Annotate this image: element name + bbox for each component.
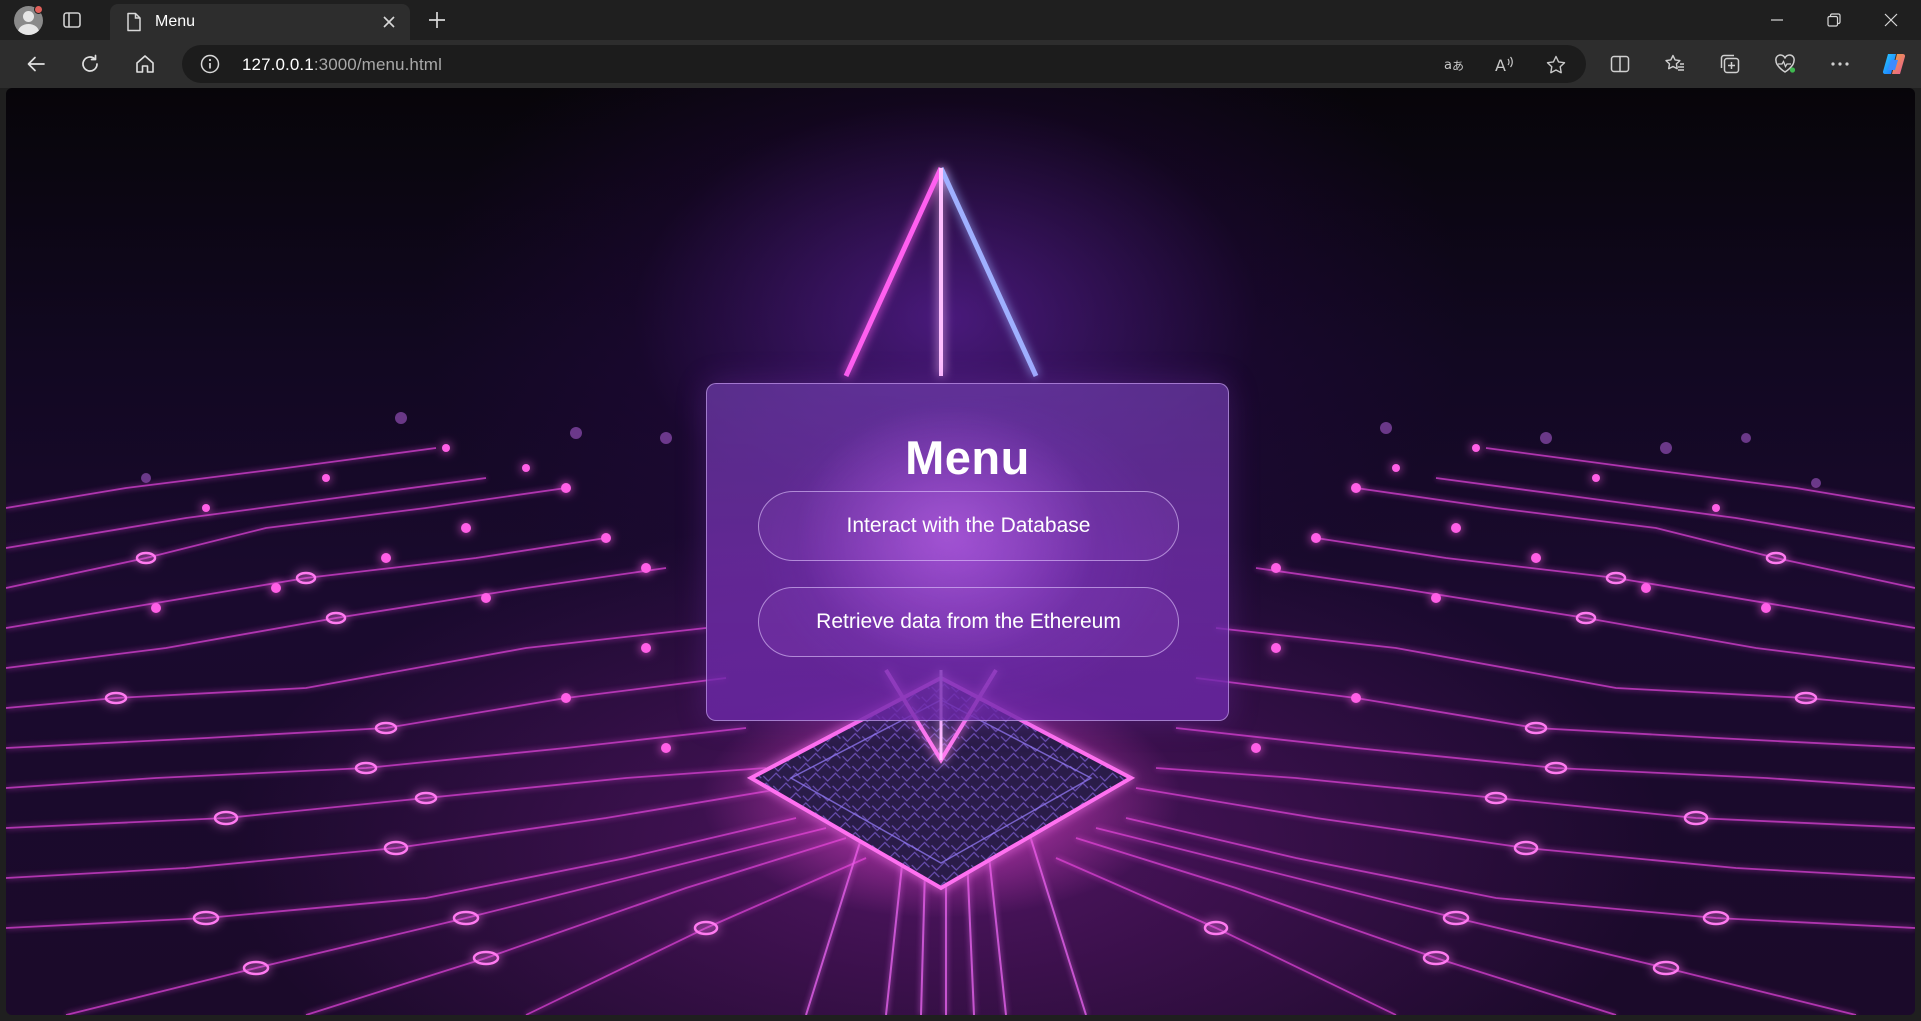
collections-icon[interactable] bbox=[1716, 50, 1744, 78]
browser-essentials-icon[interactable] bbox=[1771, 50, 1799, 78]
close-tab-icon[interactable] bbox=[380, 13, 398, 31]
svg-text:あ: あ bbox=[1452, 59, 1464, 73]
page-icon bbox=[126, 12, 142, 32]
tab-title: Menu bbox=[155, 13, 196, 30]
browser-toolbar: 127.0.0.1:3000/menu.html aあ A bbox=[0, 40, 1921, 88]
favorite-star-icon[interactable] bbox=[1544, 53, 1568, 77]
back-arrow-icon[interactable] bbox=[22, 50, 50, 78]
home-icon[interactable] bbox=[131, 50, 159, 78]
close-window-icon[interactable] bbox=[1863, 0, 1919, 40]
new-tab-icon[interactable] bbox=[426, 9, 448, 31]
split-screen-icon[interactable] bbox=[1606, 50, 1634, 78]
copilot-icon[interactable] bbox=[1880, 50, 1908, 78]
svg-text:A: A bbox=[1495, 56, 1506, 75]
restore-icon[interactable] bbox=[1806, 0, 1862, 40]
translate-icon[interactable]: aあ bbox=[1442, 53, 1466, 77]
active-tab[interactable]: Menu bbox=[110, 4, 410, 40]
tab-actions-icon[interactable] bbox=[62, 10, 82, 30]
retrieve-ethereum-button[interactable]: Retrieve data from the Ethereum bbox=[758, 587, 1179, 657]
tab-strip: Menu bbox=[0, 0, 1921, 40]
refresh-icon[interactable] bbox=[76, 50, 104, 78]
url-host: 127.0.0.1 bbox=[242, 55, 314, 74]
menu-title: Menu bbox=[905, 431, 1030, 484]
interact-database-button[interactable]: Interact with the Database bbox=[758, 491, 1179, 561]
url-text[interactable]: 127.0.0.1:3000/menu.html bbox=[242, 55, 442, 75]
favorites-icon[interactable] bbox=[1661, 50, 1689, 78]
address-bar[interactable]: 127.0.0.1:3000/menu.html aあ A bbox=[182, 45, 1586, 83]
read-aloud-icon[interactable]: A bbox=[1492, 53, 1516, 77]
url-path: :3000/menu.html bbox=[313, 55, 442, 74]
svg-text:a: a bbox=[1444, 58, 1452, 73]
more-options-icon[interactable] bbox=[1826, 50, 1854, 78]
site-info-icon[interactable] bbox=[200, 54, 220, 74]
profile-notification-badge bbox=[34, 5, 43, 14]
page-viewport: Menu Interact with the Database Retrieve… bbox=[6, 88, 1915, 1015]
menu-card: Menu Interact with the Database Retrieve… bbox=[706, 383, 1229, 721]
minimize-icon[interactable] bbox=[1749, 0, 1805, 40]
